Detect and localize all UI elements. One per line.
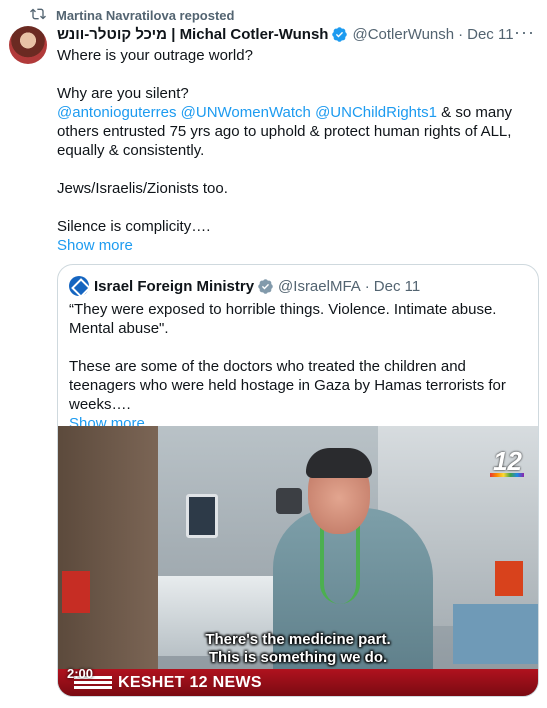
repost-icon bbox=[30, 6, 46, 25]
repost-label: Martina Navratilova reposted bbox=[56, 7, 235, 23]
verified-badge-icon[interactable] bbox=[331, 26, 348, 43]
tweet-header: מיכל קוטלר-וונש | Michal Cotler-Wunsh @C… bbox=[57, 23, 535, 44]
video-scene-bin bbox=[495, 561, 523, 596]
gray-verified-badge-icon[interactable] bbox=[257, 278, 274, 295]
video-person-hair bbox=[306, 448, 372, 478]
news-ticker: KESHET 12 NEWS bbox=[58, 669, 538, 696]
quote-line-1: “They were exposed to horrible things. V… bbox=[69, 301, 497, 337]
author-handle[interactable]: @CotlerWunsh bbox=[352, 26, 454, 43]
video-scene-equipment bbox=[186, 494, 218, 538]
quote-body: “They were exposed to horrible things. V… bbox=[69, 300, 531, 433]
author-display-name[interactable]: מיכל קוטלר-וונש | Michal Cotler-Wunsh bbox=[57, 26, 328, 43]
subtitle-line-1: There's the medicine part. bbox=[205, 631, 391, 648]
mention-link[interactable]: @UNChildRights1 bbox=[315, 104, 437, 121]
quote-header: Israel Foreign Ministry @IsraelMFA · Dec… bbox=[69, 276, 420, 296]
subtitle-line-2: This is something we do. bbox=[208, 649, 388, 666]
quote-author-avatar[interactable] bbox=[69, 276, 89, 296]
tweet-line-4: Jews/Israelis/Zionists too. bbox=[57, 180, 228, 197]
tweet-body: Where is your outrage world? Why are you… bbox=[57, 46, 539, 255]
video-person-lanyard bbox=[320, 524, 360, 604]
header-separator: · bbox=[458, 25, 464, 43]
video-scene-bin bbox=[62, 571, 90, 613]
video-subtitle: There's the medicine part. This is somet… bbox=[58, 631, 538, 667]
more-options-icon[interactable]: ··· bbox=[514, 23, 535, 41]
video-scene-monitor bbox=[276, 488, 302, 514]
quoted-tweet[interactable]: Israel Foreign Ministry @IsraelMFA · Dec… bbox=[57, 264, 539, 697]
quote-date[interactable]: Dec 11 bbox=[374, 278, 420, 295]
mention-link[interactable]: @UNWomenWatch bbox=[181, 104, 311, 121]
ticker-text: KESHET 12 NEWS bbox=[118, 673, 262, 691]
repost-context[interactable]: Martina Navratilova reposted bbox=[30, 6, 234, 24]
tweet-line-1: Where is your outrage world? bbox=[57, 47, 253, 64]
video-player[interactable]: 12 There's the medicine part. This is so… bbox=[58, 426, 538, 696]
channel-logo-rainbow bbox=[490, 473, 524, 477]
tweet-date[interactable]: Dec 11 bbox=[467, 26, 513, 43]
quote-author-handle[interactable]: @IsraelMFA bbox=[278, 278, 361, 295]
tweet-line-2: Why are you silent? bbox=[57, 85, 189, 102]
quote-author-display-name[interactable]: Israel Foreign Ministry bbox=[94, 278, 254, 295]
show-more-link[interactable]: Show more bbox=[57, 236, 539, 255]
quote-header-separator: · bbox=[364, 277, 370, 295]
tweet-line-3: @antonioguterres @UNWomenWatch @UNChildR… bbox=[57, 103, 539, 160]
mention-link[interactable]: @antonioguterres bbox=[57, 104, 176, 121]
quote-line-2: These are some of the doctors who treate… bbox=[69, 358, 506, 413]
tweet-line-5: Silence is complicity…. bbox=[57, 218, 211, 235]
video-duration: 2:00 bbox=[67, 666, 94, 681]
author-avatar[interactable] bbox=[9, 26, 47, 64]
